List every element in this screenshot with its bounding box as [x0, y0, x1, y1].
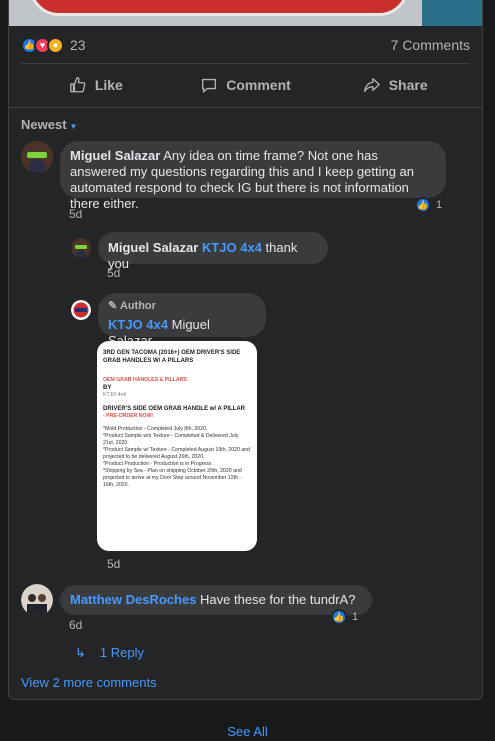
image-by: BY — [103, 385, 112, 391]
avatar-image — [71, 300, 91, 320]
comment-author[interactable]: Matthew DesRoches — [70, 592, 196, 607]
like-icon: 👍 — [331, 609, 347, 625]
truck-part-shape — [29, 0, 409, 16]
share-arrow-icon — [363, 78, 380, 92]
image-title: 3RD GEN TACOMA (2016+) OEM DRIVER'S SIDE… — [103, 350, 241, 364]
see-all-link[interactable]: See All — [0, 724, 495, 739]
thumbs-up-icon — [69, 77, 86, 93]
post-image-crop[interactable] — [9, 0, 482, 26]
avatar-image — [21, 141, 53, 173]
avatar[interactable] — [21, 584, 53, 616]
image-subheading: DRIVER'S SIDE OEM GRAB HANDLE w/ A PILLA… — [103, 406, 245, 412]
comment-reaction-count: 1 — [352, 611, 359, 623]
like-button[interactable]: Like — [21, 68, 171, 102]
action-bar: Like Comment Share — [21, 68, 470, 102]
comment-bubble: Miguel Salazar KTJO 4x4 thank you — [98, 232, 328, 271]
comment-bubble: Miguel Salazar Any idea on time frame? N… — [60, 141, 446, 211]
comment-label: Comment — [226, 77, 291, 93]
comment-bubble: ✎ Author KTJO 4x4 Miguel Salazar — [98, 293, 266, 348]
view-replies-link[interactable]: ↳ 1 Reply — [75, 645, 144, 661]
mention-tag[interactable]: KTJO 4x4 — [202, 240, 262, 255]
pencil-icon: ✎ — [108, 300, 118, 312]
attached-image[interactable]: 3RD GEN TACOMA (2016+) OEM DRIVER'S SIDE… — [97, 341, 257, 551]
reaction-count: 23 — [70, 37, 86, 53]
reply-arrow-icon: ↳ — [75, 645, 86, 660]
comment-reactions[interactable]: 👍 1 — [415, 197, 442, 213]
like-label: Like — [94, 77, 123, 93]
caret-down-icon: ▼ — [69, 122, 78, 131]
image-line: *Shipping by Sea - Plan on shipping Octo… — [103, 468, 242, 488]
image-red-heading: OEM GRAB HANDLES & PILLARS — [103, 377, 187, 383]
view-more-comments-link[interactable]: View 2 more comments — [21, 675, 157, 690]
divider — [9, 107, 482, 108]
comment-timestamp[interactable]: 5d — [107, 266, 120, 280]
like-icon: 👍 — [415, 197, 431, 213]
share-label: Share — [388, 77, 428, 93]
sort-label: Newest — [21, 117, 67, 132]
reaction-summary[interactable]: 👍 ♥ ● 23 — [21, 36, 86, 54]
image-line: *Product Production - Production is in P… — [103, 461, 212, 467]
image-preorder: - PRE-ORDER NOW! — [103, 413, 154, 419]
avatar[interactable] — [71, 300, 91, 320]
background-shape — [422, 0, 482, 26]
comment-text: Have these for the tundrA? — [200, 592, 356, 607]
divider — [21, 63, 470, 64]
post-card: 👍 ♥ ● 23 7 Comments Like Comment Share N… — [8, 0, 483, 700]
comment-author[interactable]: Miguel Salazar — [108, 240, 198, 255]
sort-dropdown[interactable]: Newest ▼ — [21, 117, 77, 132]
avatar-image — [21, 584, 53, 616]
image-by-name: KTJO 4x4 — [103, 392, 127, 398]
avatar[interactable] — [71, 238, 91, 258]
image-line: *Product Sample w/ Texture - Completed A… — [103, 447, 250, 460]
share-button[interactable]: Share — [320, 68, 470, 102]
image-line: *Mold Production - Completed July 8th, 2… — [103, 426, 208, 432]
comment-bubble: Matthew DesRoches Have these for the tun… — [60, 585, 372, 615]
comment-timestamp[interactable]: 6d — [69, 618, 82, 632]
replies-label: 1 Reply — [99, 645, 144, 660]
comments-count-link[interactable]: 7 Comments — [391, 37, 470, 53]
wow-icon: ● — [47, 36, 64, 54]
comment-author[interactable]: Miguel Salazar — [70, 148, 160, 163]
speech-bubble-icon — [202, 78, 217, 93]
author-badge-label: Author — [119, 300, 156, 312]
avatar[interactable] — [21, 141, 53, 173]
avatar-image — [71, 238, 91, 258]
comment-button[interactable]: Comment — [171, 68, 321, 102]
comment-reactions[interactable]: 👍 1 — [331, 609, 358, 625]
comment-timestamp[interactable]: 5d — [107, 557, 120, 571]
author-badge: ✎ Author — [108, 298, 256, 314]
comment-timestamp[interactable]: 5d — [69, 207, 82, 221]
comment-reaction-count: 1 — [436, 199, 443, 211]
image-line: *Product Sample w/o Texture - Completed … — [103, 433, 239, 446]
comment-author[interactable]: KTJO 4x4 — [108, 317, 168, 332]
